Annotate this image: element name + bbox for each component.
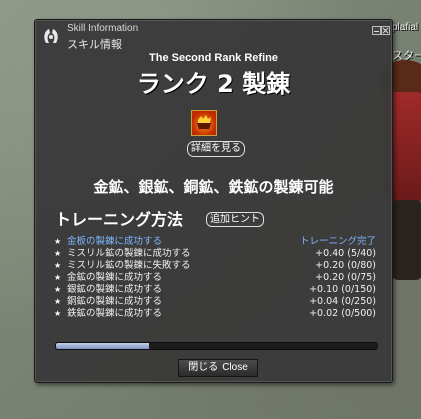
- training-row-value: +0.10 (0/150): [309, 284, 376, 295]
- training-row: ★ 金板の製錬に成功する トレーニング完了: [54, 236, 376, 248]
- training-row-value: +0.20 (0/75): [315, 272, 376, 283]
- skill-progress-fill: [56, 343, 150, 349]
- training-row-value: +0.02 (0/500): [309, 308, 376, 319]
- training-row-label: 金板の製錬に成功する: [67, 236, 163, 247]
- training-row: ★ 銀鉱の製錬に成功する +0.10 (0/150): [54, 284, 376, 296]
- training-row-value: トレーニング完了: [299, 236, 376, 247]
- training-row-value: +0.20 (0/80): [315, 260, 376, 271]
- training-row-label: ミスリル鉱の製錬に成功する: [67, 248, 191, 259]
- training-row-label: ミスリル鉱の製錬に失敗する: [67, 260, 191, 271]
- training-row-value: +0.40 (5/40): [315, 248, 376, 259]
- skill-information-window: Skill Information スキル情報 The Second Rank …: [34, 19, 393, 383]
- background-name-fragment: plafial: [392, 22, 419, 33]
- star-icon: ★: [54, 285, 62, 294]
- refine-fire-icon: [191, 110, 217, 136]
- refine-capability-text: 金鉱、銀鉱、銅鉱、鉄鉱の製錬可能: [93, 178, 334, 196]
- minimize-button[interactable]: [372, 26, 381, 35]
- character-legs: [392, 200, 421, 280]
- training-methods-header: トレーニング方法: [55, 210, 184, 229]
- star-icon: ★: [54, 309, 62, 318]
- details-button[interactable]: 詳細を見る: [187, 141, 245, 157]
- skill-progress-bar: [55, 342, 378, 350]
- skill-info-icon: [41, 26, 61, 46]
- training-row: ★ ミスリル鉱の製錬に失敗する +0.20 (0/80): [54, 260, 376, 272]
- star-icon: ★: [54, 297, 62, 306]
- training-row-label: 銅鉱の製錬に成功する: [67, 296, 163, 307]
- titlebar[interactable]: Skill Information スキル情報: [35, 20, 392, 54]
- training-row: ★ 鉄鉱の製錬に成功する +0.02 (0/500): [54, 308, 376, 320]
- star-icon: ★: [54, 261, 62, 270]
- training-row-label: 鉄鉱の製錬に成功する: [67, 308, 163, 319]
- close-icon[interactable]: [381, 26, 390, 35]
- window-title-en: Skill Information: [67, 23, 139, 34]
- close-button-label-jp: 閉じる: [188, 362, 219, 373]
- training-row: ★ 銅鉱の製錬に成功する +0.04 (0/250): [54, 296, 376, 308]
- close-button[interactable]: 閉じる Close: [178, 359, 258, 377]
- training-row-label: 銀鉱の製錬に成功する: [67, 284, 163, 295]
- training-row: ★ 金鉱の製錬に成功する +0.20 (0/75): [54, 272, 376, 284]
- rank-title: ランク 2 製錬: [136, 70, 291, 98]
- skill-subtitle: The Second Rank Refine: [149, 52, 278, 64]
- training-list: ★ 金板の製錬に成功する トレーニング完了 ★ ミスリル鉱の製錬に成功する +0.40 (…: [54, 236, 376, 320]
- additional-hint-button[interactable]: 追加ヒント: [206, 212, 264, 227]
- training-row: ★ ミスリル鉱の製錬に成功する +0.40 (5/40): [54, 248, 376, 260]
- training-row-label: 金鉱の製錬に成功する: [67, 272, 163, 283]
- window-title-jp: スキル情報: [67, 38, 122, 51]
- star-icon: ★: [54, 249, 62, 258]
- star-icon: ★: [54, 237, 62, 246]
- star-icon: ★: [54, 273, 62, 282]
- close-button-label-en: Close: [222, 362, 248, 373]
- training-row-value: +0.04 (0/250): [309, 296, 376, 307]
